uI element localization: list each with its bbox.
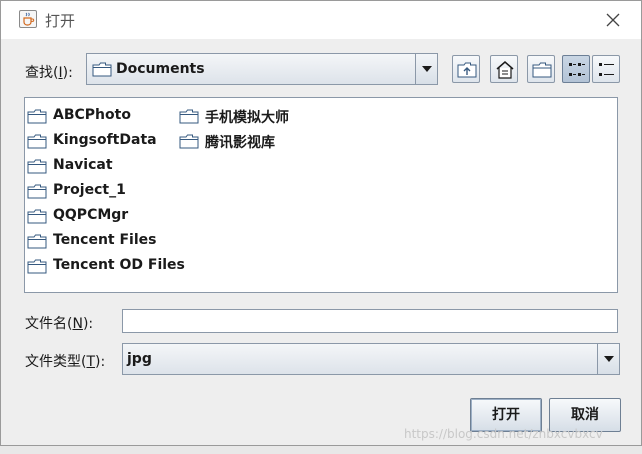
folder-icon	[27, 159, 47, 174]
folder-icon	[92, 62, 112, 77]
file-name-label: 文件名(N):	[25, 316, 94, 332]
file-list[interactable]: ABCPhoto KingsoftData Navicat Project_1 …	[24, 97, 618, 293]
details-view-button[interactable]	[592, 55, 620, 83]
file-type-combo[interactable]: jpg	[122, 343, 620, 375]
file-name: QQPCMgr	[53, 207, 129, 223]
folder-icon	[27, 184, 47, 199]
file-name: Project_1	[53, 182, 126, 198]
close-button[interactable]	[599, 7, 627, 33]
file-type-label: 文件类型(T):	[25, 354, 106, 370]
chevron-down-icon	[422, 66, 432, 72]
file-name: Tencent Files	[53, 232, 157, 248]
file-name: Tencent OD Files	[53, 257, 185, 273]
file-name: 腾讯影视库	[205, 135, 275, 151]
home-button[interactable]	[490, 55, 518, 83]
java-cup-icon	[19, 10, 37, 28]
file-type-value: jpg	[127, 351, 152, 367]
folder-icon	[27, 209, 47, 224]
watermark: https://blog.csdn.net/znbxcvbxcv	[404, 427, 603, 441]
look-in-label: 查找(I):	[25, 65, 73, 81]
folder-icon	[179, 109, 199, 124]
folder-icon	[27, 234, 47, 249]
file-name: 手机模拟大师	[205, 110, 289, 126]
folder-up-icon	[457, 62, 477, 78]
file-name: Navicat	[53, 157, 113, 173]
chevron-down-icon	[604, 356, 614, 362]
title-bar[interactable]: 打开	[1, 1, 641, 39]
file-open-dialog: 打开 查找(I): Documents ABCPhoto KingsoftDat…	[0, 0, 642, 446]
file-name: KingsoftData	[53, 132, 157, 148]
folder-icon	[179, 134, 199, 149]
look-in-dropdown-arrow[interactable]	[415, 54, 437, 84]
up-one-level-button[interactable]	[452, 55, 480, 83]
list-view-button[interactable]	[562, 55, 590, 83]
file-name-input[interactable]	[122, 309, 618, 333]
details-view-icon	[599, 63, 614, 76]
window-title: 打开	[45, 12, 76, 30]
new-folder-icon	[532, 62, 552, 78]
file-name: ABCPhoto	[53, 107, 131, 123]
list-view-icon	[569, 63, 585, 76]
look-in-value: Documents	[116, 61, 205, 77]
new-folder-button[interactable]	[527, 55, 555, 83]
file-type-dropdown-arrow[interactable]	[597, 344, 619, 374]
look-in-combo[interactable]: Documents	[86, 53, 438, 85]
folder-icon	[27, 259, 47, 274]
folder-icon	[27, 109, 47, 124]
folder-icon	[27, 134, 47, 149]
close-icon	[606, 13, 620, 27]
home-icon	[496, 61, 514, 79]
